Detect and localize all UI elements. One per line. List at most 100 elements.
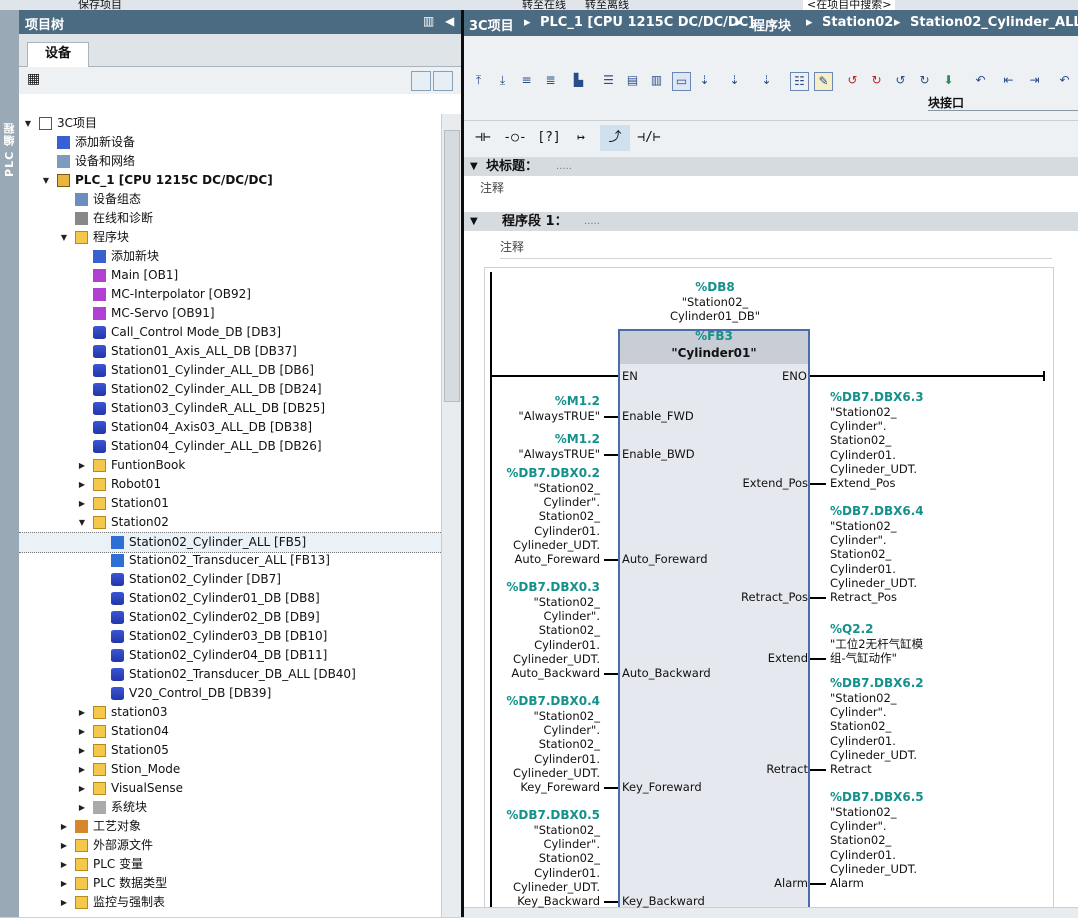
outdent-icon[interactable]: ⇥ (1026, 72, 1043, 89)
network-list-icon[interactable]: ☰ (600, 72, 617, 89)
tree-item[interactable]: ▼ 3C项目 (19, 114, 441, 133)
tree-item[interactable]: ▶ 工艺对象 (19, 817, 441, 836)
input-operand-line[interactable]: Cylineder_UDT. (480, 538, 600, 552)
tree-item[interactable]: ▼ Station02 (19, 513, 441, 532)
tree-item[interactable]: Station02_Cylinder_ALL_DB [DB24] (19, 380, 441, 399)
collapsed-arrow-icon[interactable]: ▶ (77, 722, 87, 741)
collapsed-arrow-icon[interactable]: ▶ (59, 836, 69, 855)
breadcrumb-block[interactable]: Station02_Cylinder_ALL [F (910, 15, 1078, 30)
empty-box-icon[interactable]: [?] (534, 125, 564, 151)
tree-item[interactable]: ▶ Stion_Mode (19, 760, 441, 779)
breadcrumb-station02[interactable]: Station02 (822, 15, 893, 30)
output-operand-line[interactable]: 组-气缸动作" (830, 651, 897, 665)
tree-item[interactable]: ▶ PLC 数据类型 (19, 874, 441, 893)
tree-item[interactable]: ▶ 外部源文件 (19, 836, 441, 855)
output-operand-line[interactable]: Cylinder01. (830, 448, 896, 462)
tree-item[interactable]: 设备和网络 (19, 152, 441, 171)
tree-item[interactable]: Station02_Transducer_DB_ALL [DB40] (19, 665, 441, 684)
collapsed-arrow-icon[interactable]: ▶ (77, 456, 87, 475)
tree-item[interactable]: Station02_Cylinder02_DB [DB9] (19, 608, 441, 627)
tree-item[interactable]: ▶ Station04 (19, 722, 441, 741)
collapsed-arrow-icon[interactable]: ▶ (59, 893, 69, 912)
output-operand-line[interactable]: Cylineder_UDT. (830, 748, 917, 762)
tree-grid-icon[interactable]: ▦ (27, 71, 40, 87)
block-interface-handle[interactable] (928, 110, 1078, 119)
collapsed-arrow-icon[interactable]: ▶ (59, 855, 69, 874)
tree-item[interactable]: V20_Control_DB [DB39] (19, 684, 441, 703)
output-operand-line[interactable]: Cylinder01. (830, 562, 896, 576)
output-operand-line[interactable]: Cylinder01. (830, 734, 896, 748)
open-branch-icon[interactable]: ↦ (566, 125, 596, 151)
output-operand-line[interactable]: Cylinder". (830, 819, 887, 833)
expanded-arrow-icon[interactable]: ▼ (41, 171, 51, 190)
input-operand-line[interactable]: Cylinder". (480, 495, 600, 509)
breadcrumb-program-blocks[interactable]: 程序块 (752, 15, 791, 34)
output-operand-line[interactable]: Cylineder_UDT. (830, 576, 917, 590)
expanded-arrow-icon[interactable]: ▼ (77, 513, 87, 532)
block-title-header[interactable]: ▼ 块标题： ..... (464, 157, 1078, 176)
tree-view-icon[interactable] (411, 71, 431, 91)
tree-item[interactable]: MC-Interpolator [OB92] (19, 285, 441, 304)
address-info-icon[interactable]: ⇣ (758, 72, 775, 89)
tree-item[interactable]: Station04_Cylinder_ALL_DB [DB26] (19, 437, 441, 456)
close-branch-icon[interactable]: ⤴ (600, 125, 630, 151)
tree-item[interactable]: Call_Control Mode_DB [DB3] (19, 323, 441, 342)
network-title-value[interactable]: ..... (584, 212, 600, 231)
output-operand-line[interactable]: Alarm (830, 876, 864, 890)
collapsed-arrow-icon[interactable]: ▶ (59, 817, 69, 836)
close-all-icon[interactable]: ▥ (648, 72, 665, 89)
tree-item[interactable]: 在线和诊断 (19, 209, 441, 228)
collapsed-arrow-icon[interactable]: ▶ (77, 494, 87, 513)
output-operand-line[interactable]: Cylinder". (830, 705, 887, 719)
collapse-arrow-icon[interactable]: ▼ (470, 212, 478, 231)
insert-network-icon[interactable]: ⤒ (470, 72, 487, 89)
block-interface-label[interactable]: 块接口 (928, 94, 964, 111)
tab-devices[interactable]: 设备 (27, 42, 89, 67)
tree-item[interactable]: Station02_Cylinder03_DB [DB10] (19, 627, 441, 646)
tree-item[interactable]: 设备组态 (19, 190, 441, 209)
tree-item[interactable]: ▶ VisualSense (19, 779, 441, 798)
input-operand-line[interactable]: "Station02_ (480, 595, 600, 609)
tree-scrollbar-thumb[interactable] (444, 130, 460, 402)
input-operand-line[interactable]: "Station02_ (480, 709, 600, 723)
go-to-icon[interactable]: ▙ (570, 72, 587, 89)
input-operand-line[interactable]: Cylineder_UDT. (480, 766, 600, 780)
force-icon[interactable]: ↻ (916, 72, 933, 89)
panel-layout-icon[interactable]: ▥ (423, 14, 434, 28)
output-operand-line[interactable]: Retract_Pos (830, 590, 897, 604)
indent-icon[interactable]: ⇤ (1000, 72, 1017, 89)
tree-item[interactable]: Station03_CylindeR_ALL_DB [DB25] (19, 399, 441, 418)
tree-item[interactable]: Station02_Cylinder04_DB [DB11] (19, 646, 441, 665)
tree-item[interactable]: Station02_Cylinder_ALL [FB5] (19, 532, 441, 553)
collapsed-arrow-icon[interactable]: ▶ (77, 703, 87, 722)
no-contact-icon[interactable]: ⊣⊢ (468, 125, 498, 151)
input-operand-line[interactable]: Station02_ (480, 509, 600, 523)
output-operand-line[interactable]: "Station02_ (830, 519, 897, 533)
editor-scrollbar[interactable] (464, 907, 1078, 918)
breadcrumb-plc[interactable]: PLC_1 [CPU 1215C DC/DC/DC] (540, 15, 754, 30)
tree-item[interactable]: Station02_Cylinder [DB7] (19, 570, 441, 589)
collapsed-arrow-icon[interactable]: ▶ (59, 874, 69, 893)
input-operand-line[interactable]: "Station02_ (480, 823, 600, 837)
tree-item[interactable]: ▼ PLC_1 [CPU 1215C DC/DC/DC] (19, 171, 441, 190)
output-operand-line[interactable]: Cylinder". (830, 419, 887, 433)
input-operand-line[interactable]: Station02_ (480, 623, 600, 637)
tree-item[interactable]: ▶ Station01 (19, 494, 441, 513)
tree-item[interactable]: Station02_Cylinder01_DB [DB8] (19, 589, 441, 608)
coil-icon[interactable]: -○- (500, 125, 530, 151)
favorites-icon[interactable]: ☷ (790, 72, 809, 91)
input-operand-line[interactable]: Cylinder". (480, 609, 600, 623)
collapse-arrow-icon[interactable]: ▼ (470, 157, 478, 176)
tree-item[interactable]: Station02_Transducer_ALL [FB13] (19, 551, 441, 570)
tree-item[interactable]: ▶ FuntionBook (19, 456, 441, 475)
instance-db-name-line1[interactable]: "Station02_ (644, 295, 786, 309)
output-operand-line[interactable]: Station02_ (830, 719, 891, 733)
fb-name[interactable]: "Cylinder01" (618, 346, 810, 360)
network-header[interactable]: ▼ 程序段 1： ..... (464, 212, 1078, 231)
tree-item[interactable]: Station01_Cylinder_ALL_DB [DB6] (19, 361, 441, 380)
more-tools-icon[interactable]: ↶ (1056, 72, 1073, 89)
block-title-value[interactable]: ..... (556, 157, 572, 176)
tree-item[interactable]: ▶ 监控与强制表 (19, 893, 441, 912)
append-row-icon[interactable]: ≣ (542, 72, 559, 89)
output-operand-line[interactable]: "Station02_ (830, 805, 897, 819)
